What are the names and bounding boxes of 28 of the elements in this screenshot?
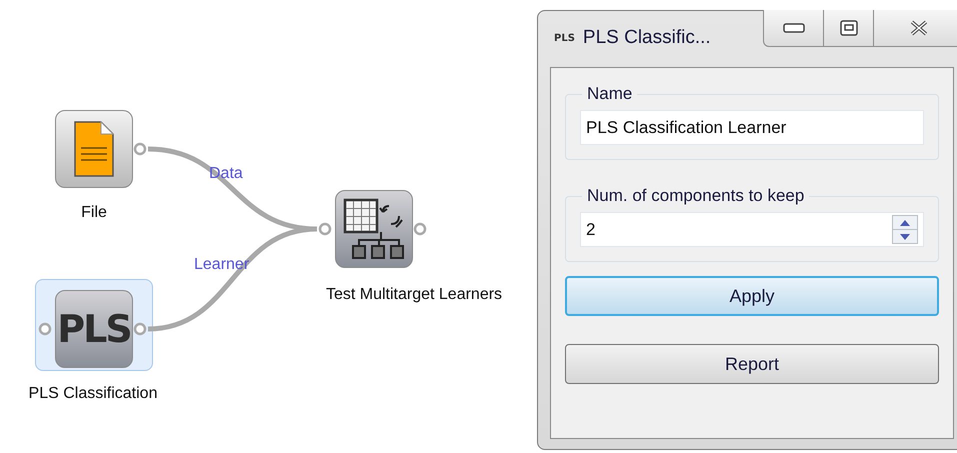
spin-field[interactable]: 2 [580, 212, 924, 247]
group-title: Num. of components to keep [586, 186, 806, 206]
window-title: PLS Classific... [582, 27, 711, 49]
up-arrow-icon [900, 220, 910, 226]
app-icon: PLS [554, 32, 575, 44]
restore-icon [840, 20, 858, 36]
pls-widget-icon[interactable]: PLS [55, 290, 133, 368]
input-port-icon[interactable] [318, 222, 332, 236]
widget-label: Test Multitarget Learners [326, 286, 502, 304]
down-arrow-icon [900, 234, 910, 240]
grid-tree-widget-icon[interactable] [335, 190, 413, 268]
name-field[interactable]: PLS Classification Learner [580, 110, 924, 145]
group-title: Name [586, 84, 634, 104]
dialog-button[interactable]: Report [565, 344, 939, 384]
widget-label: File [81, 204, 107, 222]
close-button[interactable] [874, 10, 957, 47]
minimize-icon [782, 23, 804, 33]
dialog-button[interactable]: Apply [565, 276, 939, 316]
close-icon [910, 20, 928, 36]
input-port-icon[interactable] [38, 322, 52, 336]
link-label: Learner [194, 256, 250, 274]
spin-up-button[interactable] [893, 216, 917, 230]
maximize-button[interactable] [824, 10, 874, 47]
link-label: Data [209, 165, 243, 183]
minimize-button[interactable] [763, 10, 824, 47]
widget-label: PLS Classification [28, 385, 158, 403]
spin-down-button[interactable] [893, 230, 917, 243]
file-widget-icon[interactable] [55, 110, 133, 188]
